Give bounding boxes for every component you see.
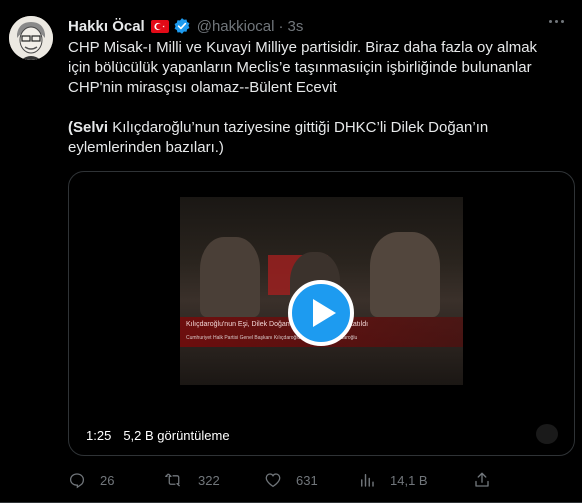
views-chart-icon [361,474,374,487]
tweet-time[interactable]: 3s [287,18,303,35]
like-button[interactable]: 631 [264,471,318,489]
video-settings-icon[interactable] [536,424,558,444]
tweet-actions: 26 322 631 14,1 B [68,469,573,491]
share-icon [475,472,489,487]
video-player[interactable]: Kılıçdaroğlu'nun Eşi, Dilek Doğan'ın Ail… [68,171,575,456]
time-separator: · [278,17,284,35]
tweet-text-line: için bölücülük yapanların Meclis’e taşın… [68,59,532,76]
tweet-card[interactable]: Hakkı Öcal @hakkiocal · 3s CHP Misak-ı M… [0,0,582,503]
tweet-text-line: CHP Misak-ı Milli ve Kuvayi Milliye part… [68,39,538,56]
turkey-flag-icon [150,19,169,33]
author-handle[interactable]: @hakkiocal [197,18,275,35]
tweet-header: Hakkı Öcal @hakkiocal · 3s [68,16,303,36]
tweet-text-span: Kılıçdaroğlu’nun taziyesine gittiği DHKC… [108,119,489,136]
more-options-icon[interactable] [549,20,564,23]
author-name[interactable]: Hakkı Öcal [68,18,145,35]
tweet-text-line: (Selvi Kılıçdaroğlu’nun taziyesine gitti… [68,118,568,138]
share-button[interactable] [473,471,491,489]
tweet-text: CHP Misak-ı Milli ve Kuvayi Milliye part… [68,38,568,158]
play-icon[interactable] [288,280,354,346]
retweet-count: 322 [198,472,220,488]
views-button[interactable]: 14,1 B [358,471,428,489]
like-count: 631 [296,472,318,488]
view-count: 14,1 B [390,472,428,488]
heart-icon [265,473,281,488]
retweet-icon [165,473,181,487]
reply-button[interactable]: 26 [68,471,114,489]
reply-count: 26 [100,472,115,488]
video-meta: 1:25 5,2 B görüntüleme [86,428,230,443]
verified-badge-icon [173,17,191,35]
tweet-text-line: eylemlerinden bazıları.) [68,139,224,156]
video-views: 5,2 B görüntüleme [123,428,230,443]
bold-name: Selvi [73,119,109,136]
reply-icon [69,473,85,489]
tweet-text-line: CHP'nin mirasçısı olamaz--Bülent Ecevit [68,79,337,96]
retweet-button[interactable]: 322 [164,471,220,489]
video-duration: 1:25 [86,428,112,443]
avatar[interactable] [9,16,53,60]
